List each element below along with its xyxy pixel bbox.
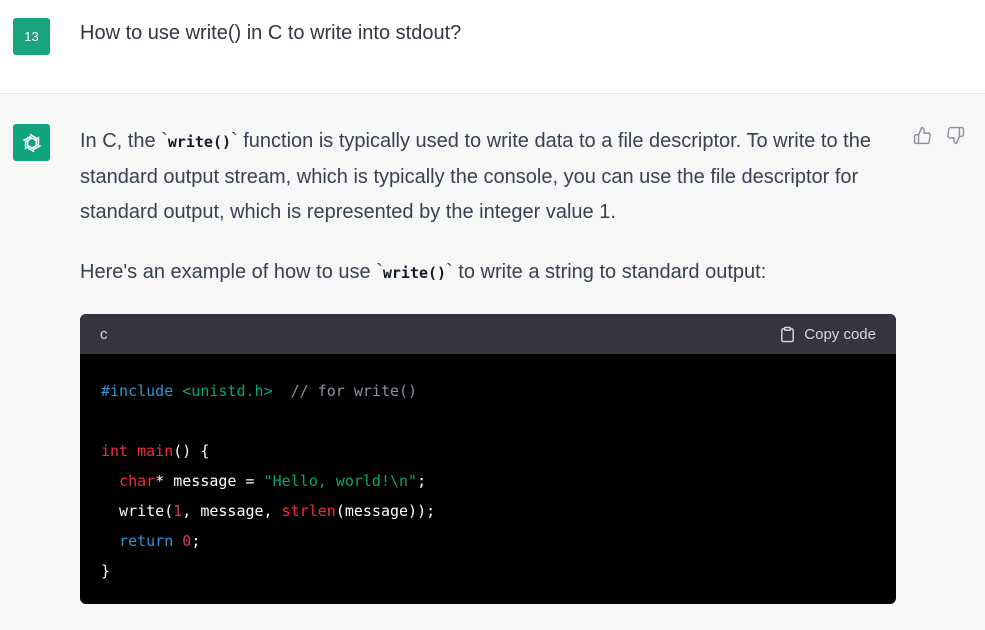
code-token: () { [173, 442, 210, 460]
code-content: #include <unistd.h> // for write() int ma… [80, 354, 896, 604]
code-line: return 0; [101, 526, 875, 556]
feedback-controls [913, 126, 965, 145]
answer-text: In C, the ` [80, 130, 168, 152]
code-token: write( [101, 502, 174, 520]
answer-text: Here's an example of how to use ` [80, 261, 383, 283]
copy-code-label: Copy code [804, 325, 876, 343]
assistant-answer: In C, the `write()` function is typicall… [80, 124, 896, 291]
code-block: c Copy code #include <unistd.h> // for w… [80, 314, 896, 604]
code-token: * message = [155, 472, 264, 490]
answer-text: ` to write a string to standard output: [446, 261, 767, 283]
assistant-message-row: In C, the `write()` function is typicall… [0, 94, 985, 630]
inline-code: write() [382, 264, 447, 282]
code-token: strlen [281, 502, 336, 520]
code-token: "Hello, world!\n" [263, 472, 418, 490]
user-avatar-label: 13 [24, 29, 39, 44]
code-block-header: c Copy code [80, 314, 896, 354]
code-token: char [119, 472, 156, 490]
code-line: } [101, 556, 875, 586]
code-line: write(1, message, strlen(message)); [101, 496, 875, 526]
code-line: #include <unistd.h> // for write() [101, 376, 875, 406]
user-avatar: 13 [13, 18, 50, 55]
code-token: <unistd.h> [182, 382, 273, 400]
user-message-row: 13 How to use write() in C to write into… [0, 0, 985, 94]
answer-paragraph-2: Here's an example of how to use `write()… [80, 255, 896, 291]
chatgpt-logo-icon [13, 124, 50, 161]
code-token: #include [101, 382, 183, 400]
code-token: return [119, 532, 174, 550]
copy-code-button[interactable]: Copy code [779, 326, 876, 343]
code-token: } [101, 562, 111, 580]
user-question: How to use write() in C to write into st… [80, 22, 462, 44]
code-token: ; [417, 472, 427, 490]
thumbs-up-icon[interactable] [913, 126, 932, 145]
answer-paragraph-1: In C, the `write()` function is typicall… [80, 124, 896, 230]
code-language-label: c [100, 325, 108, 343]
code-token: ; [191, 532, 201, 550]
code-token: (message)); [335, 502, 436, 520]
code-line: char* message = "Hello, world!\n"; [101, 466, 875, 496]
inline-code: write() [167, 133, 232, 151]
code-token: // for write() [290, 382, 418, 400]
code-token: int [101, 442, 129, 460]
code-token: main [137, 442, 174, 460]
clipboard-icon [779, 326, 796, 343]
code-line: int main() { [101, 436, 875, 466]
code-token: 1 [173, 502, 183, 520]
code-token: 0 [182, 532, 192, 550]
code-token: , message, [182, 502, 282, 520]
thumbs-down-icon[interactable] [946, 126, 965, 145]
